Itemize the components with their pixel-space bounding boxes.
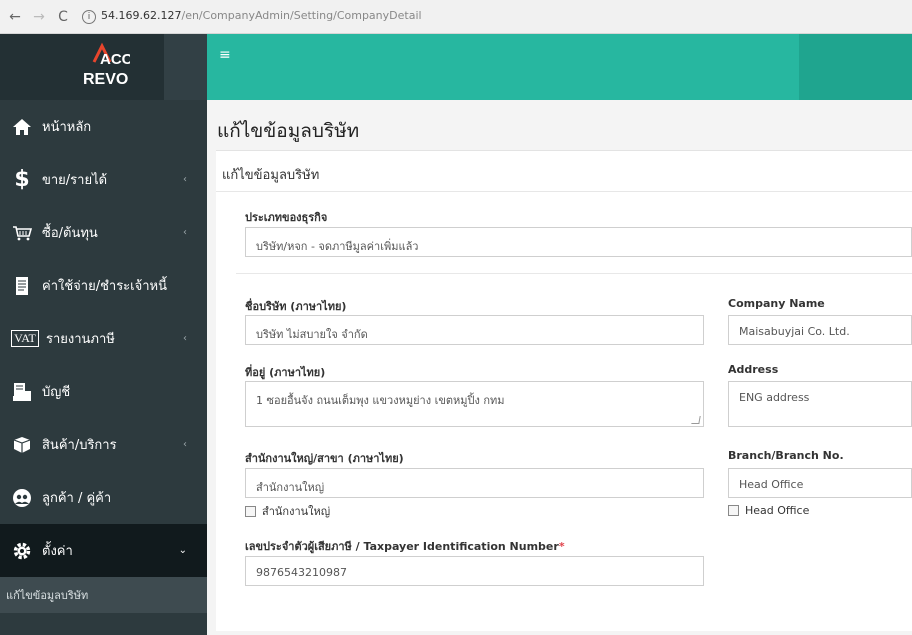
- sidebar-subitem-company-detail[interactable]: แก้ไขข้อมูลบริษัท: [0, 577, 207, 613]
- card-header: แก้ไขข้อมูลบริษัท: [216, 151, 912, 192]
- chevron-left-icon: ‹: [183, 333, 187, 344]
- sidebar-item-purchase[interactable]: ซื้อ/ต้นทุน ‹: [0, 206, 207, 259]
- branch-en-label: Branch/Branch No.: [728, 449, 844, 462]
- accrevo-logo[interactable]: ACC REVO: [80, 40, 133, 92]
- svg-text:ACC: ACC: [100, 51, 130, 68]
- checkbox-label: Head Office: [745, 504, 810, 517]
- sidebar-item-label: ซื้อ/ต้นทุน: [42, 226, 98, 241]
- contacts-icon: [2, 488, 42, 508]
- resize-handle-icon[interactable]: [691, 416, 701, 424]
- sidebar-item-label: บัญชี: [42, 385, 71, 400]
- chevron-down-icon: ⌄: [178, 545, 187, 556]
- sidebar-item-label: ขาย/รายได้: [42, 173, 108, 188]
- sidebar-item-label: หน้าหลัก: [42, 120, 92, 135]
- sidebar-subitem-label: แก้ไขข้อมูลบริษัท: [6, 589, 89, 602]
- sidebar-item-settings[interactable]: ตั้งค่า ⌄: [0, 524, 207, 577]
- tax-id-input[interactable]: 9876543210987: [245, 556, 704, 586]
- sidebar-item-label: ตั้งค่า: [42, 544, 73, 559]
- sidebar-item-accounting[interactable]: บัญชี: [0, 365, 207, 418]
- required-marker: *: [558, 540, 565, 553]
- branch-th-input[interactable]: สำนักงานใหญ่: [245, 468, 704, 498]
- cart-icon: [2, 225, 42, 241]
- address-bar[interactable]: i 54.169.62.127/en/CompanyAdmin/Setting/C…: [82, 9, 422, 24]
- card-title: แก้ไขข้อมูลบริษัท: [222, 168, 320, 183]
- sidebar-item-expenses[interactable]: ค่าใช้จ่าย/ชำระเจ้าหนี้: [0, 259, 207, 312]
- gear-icon: [2, 541, 42, 561]
- home-icon: [2, 118, 42, 136]
- section-divider: [236, 273, 912, 274]
- company-name-en-label: Company Name: [728, 297, 825, 310]
- company-name-th-input[interactable]: บริษัท ไม่สบายใจ จำกัด: [245, 315, 704, 345]
- receipt-icon: [2, 276, 42, 296]
- logo-area: ACC REVO: [0, 34, 207, 100]
- sidebar-item-home[interactable]: หน้าหลัก: [0, 100, 207, 153]
- back-button[interactable]: ←: [6, 9, 24, 25]
- checkbox-icon[interactable]: [245, 505, 256, 517]
- tax-id-label: เลขประจำตัวผู้เสียภาษี / Taxpayer Identi…: [245, 540, 565, 553]
- business-type-label: ประเภทของธุรกิจ: [245, 211, 328, 224]
- url-host: 54.169.62.127: [101, 9, 182, 22]
- navbar-user-area[interactable]: [799, 34, 912, 100]
- sidebar-collapse-area[interactable]: [164, 34, 207, 100]
- company-name-en-input[interactable]: Maisabuyjai Co. Ltd.: [728, 315, 912, 345]
- company-detail-card: แก้ไขข้อมูลบริษัท ประเภทของธุรกิจ บริษัท…: [216, 150, 912, 631]
- url-path: /en/CompanyAdmin/Setting/CompanyDetail: [181, 9, 422, 22]
- chevron-left-icon: ‹: [183, 174, 187, 185]
- branch-en-input[interactable]: Head Office: [728, 468, 912, 498]
- info-icon[interactable]: i: [82, 10, 96, 24]
- company-name-th-label: ชื่อบริษัท (ภาษาไทย): [245, 300, 347, 313]
- product-icon: [2, 436, 42, 454]
- address-en-label: Address: [728, 363, 779, 376]
- head-office-th-checkbox[interactable]: สำนักงานใหญ่: [245, 502, 330, 520]
- sidebar-item-label: ลูกค้า / คู่ค้า: [42, 491, 112, 506]
- forward-button[interactable]: →: [30, 9, 48, 25]
- business-type-select[interactable]: บริษัท/หจก - จดภาษีมูลค่าเพิ่มแล้ว: [245, 227, 912, 257]
- checkbox-icon[interactable]: [728, 505, 739, 516]
- sidebar-item-contacts[interactable]: ลูกค้า / คู่ค้า: [0, 471, 207, 524]
- hamburger-menu-icon[interactable]: ≡: [219, 47, 231, 63]
- sidebar-item-sales[interactable]: $ ขาย/รายได้ ‹: [0, 153, 207, 206]
- sidebar-item-label: ค่าใช้จ่าย/ชำระเจ้าหนี้: [42, 279, 167, 294]
- branch-th-label: สำนักงานใหญ่/สาขา (ภาษาไทย): [245, 452, 404, 465]
- accounting-icon: [2, 382, 42, 402]
- sidebar-item-label: รายงานภาษี: [46, 332, 115, 347]
- address-th-label: ที่อยู่ (ภาษาไทย): [245, 366, 326, 379]
- main-content: แก้ไขข้อมูลบริษัท แก้ไขข้อมูลบริษัท ประเ…: [207, 100, 912, 635]
- sidebar-item-products[interactable]: สินค้า/บริการ ‹: [0, 418, 207, 471]
- browser-toolbar: ← → C i 54.169.62.127/en/CompanyAdmin/Set…: [0, 0, 912, 34]
- dollar-icon: $: [14, 167, 30, 192]
- svg-text:REVO: REVO: [83, 71, 128, 88]
- address-th-textarea[interactable]: 1 ซอยอื้นจัง ถนนเต็มพุง แขวงหมูย่าง เขตห…: [245, 381, 704, 427]
- top-navbar: ≡: [207, 34, 912, 100]
- reload-button[interactable]: C: [54, 9, 72, 25]
- chevron-left-icon: ‹: [183, 439, 187, 450]
- checkbox-label: สำนักงานใหญ่: [262, 505, 331, 518]
- page-title: แก้ไขข้อมูลบริษัท: [217, 120, 360, 142]
- sidebar-item-label: สินค้า/บริการ: [42, 438, 117, 453]
- vat-icon: VAT: [2, 330, 42, 347]
- address-th-value: 1 ซอยอื้นจัง ถนนเต็มพุง แขวงหมูย่าง เขตห…: [256, 394, 505, 407]
- address-en-textarea[interactable]: ENG address: [728, 381, 912, 427]
- sidebar-item-tax-report[interactable]: VAT รายงานภาษี ‹: [0, 312, 207, 365]
- sidebar: ACC REVO หน้าหลัก $ ขาย/รายได้ ‹ ซื้อ/ต้…: [0, 34, 207, 635]
- chevron-left-icon: ‹: [183, 227, 187, 238]
- head-office-en-checkbox[interactable]: Head Office: [728, 504, 809, 517]
